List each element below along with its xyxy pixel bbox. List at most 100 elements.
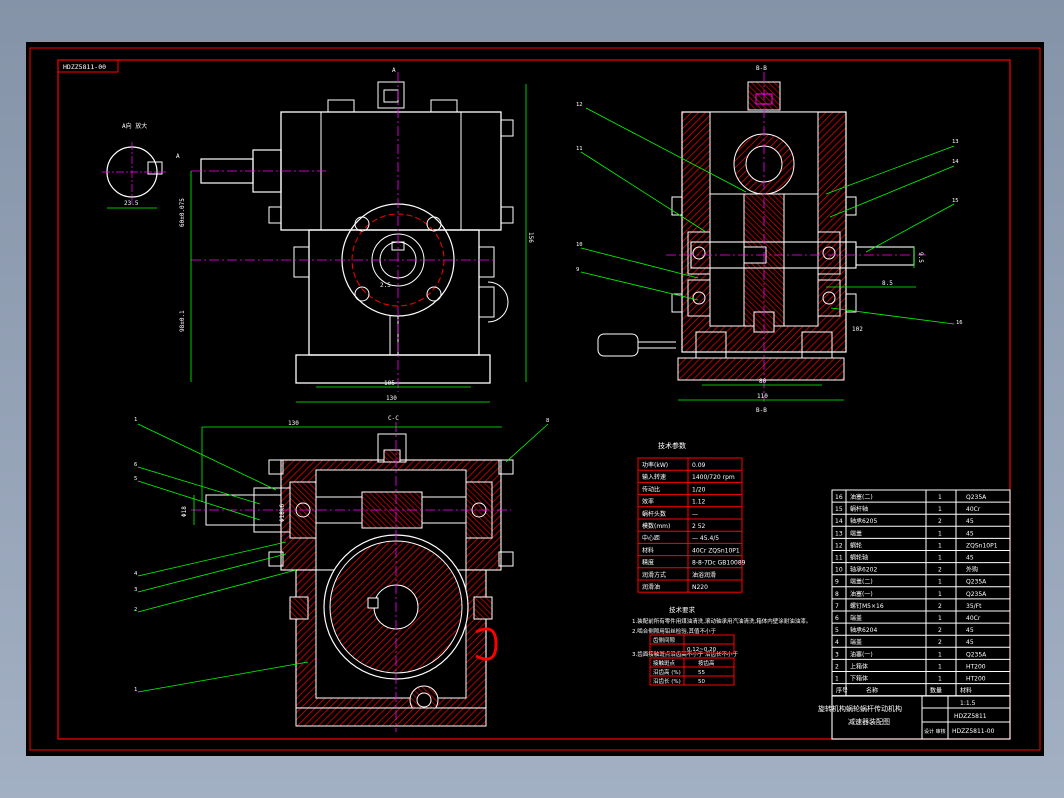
bom-name: 端盖 xyxy=(850,638,862,646)
dim-102: 102 xyxy=(852,326,863,333)
bom-material: 45 xyxy=(966,639,974,646)
param-name: 精度 xyxy=(642,559,654,567)
callout-1b: 1 xyxy=(134,687,137,693)
callout-2: 2 xyxy=(134,607,137,613)
callout-3: 3 xyxy=(134,587,137,593)
bom-index: 8 xyxy=(835,591,839,598)
param-name: 润滑方式 xyxy=(642,571,666,579)
title-drawing-no: HDZZ5811-00 xyxy=(952,728,995,735)
bom-name: 蜗杆轴 xyxy=(850,505,868,513)
callout-8: 8 xyxy=(546,418,549,424)
bom-material: HT200 xyxy=(966,676,986,683)
callout-12: 12 xyxy=(576,102,583,108)
drawing-code-top: HDZZ5811-00 xyxy=(63,63,106,71)
callout-5: 5 xyxy=(134,476,137,482)
bom-name: 上箱体 xyxy=(850,662,868,670)
bom-qty: 1 xyxy=(938,591,942,598)
bom-material: 45 xyxy=(966,518,974,525)
bom-index: 1 xyxy=(835,676,839,683)
bom-index: 14 xyxy=(835,518,843,525)
param-name: 中心距 xyxy=(642,534,660,542)
bom-material: ZQSn10P1 xyxy=(966,542,998,549)
title-block: 旋转机构蜗轮蜗杆传动机构减速器装配图 1:1.5 HDZZ5811 HDZZ5811-… xyxy=(818,695,1011,740)
bom-index: 7 xyxy=(835,603,839,610)
tech-req-line: 3.齿面接触斑点沿齿高不小于 沿齿长不小于 xyxy=(632,650,738,658)
bom-material: Q235A xyxy=(966,591,987,598)
bom-name: 端盖 xyxy=(850,614,862,622)
view-label-cc: C-C xyxy=(388,415,399,422)
param-value: 0.09 xyxy=(692,462,706,469)
bom-name: 端盖 xyxy=(850,529,862,537)
bom-header: 材料 xyxy=(960,687,972,695)
bom-name: 蜗轮 xyxy=(850,541,862,549)
bom-index: 12 xyxy=(835,542,843,549)
bom-header: 名称 xyxy=(866,687,878,695)
callout-10: 10 xyxy=(576,242,583,248)
dim-80: 80 xyxy=(759,378,767,385)
sub2-label: 沿齿长 (%) xyxy=(653,677,681,685)
sub2-value: 按齿高 xyxy=(698,659,715,667)
dim-110: 110 xyxy=(757,393,768,400)
param-name: 传动比 xyxy=(642,485,660,493)
drawing-canvas[interactable]: HDZZ5811-00 105 130 60±0.075 98±0.1 156 … xyxy=(26,42,1044,756)
bom-qty: 2 xyxy=(938,639,942,646)
bom-index: 6 xyxy=(835,615,839,622)
bom-name: 下箱体 xyxy=(850,675,868,683)
bom-qty: 2 xyxy=(938,627,942,634)
sub1-value: 0.12~0.20 xyxy=(687,647,717,653)
bom-material: 45 xyxy=(966,627,974,634)
callout-4: 4 xyxy=(134,571,138,577)
title-name-1: 旋转机构蜗轮蜗杆传动机构 xyxy=(818,704,902,713)
tech-req-title: 技术要求 xyxy=(669,605,696,614)
param-name: 效率 xyxy=(642,498,654,506)
bom-name: 端盖(二) xyxy=(850,578,873,586)
bom-index: 16 xyxy=(835,494,843,501)
outer-frame xyxy=(29,47,1041,751)
param-value: 2 52 xyxy=(692,523,706,530)
callout-16: 16 xyxy=(956,320,963,326)
bom-index: 9 xyxy=(835,579,839,586)
cad-workspace: HDZZ5811-00 105 130 60±0.075 98±0.1 156 … xyxy=(0,0,1064,798)
param-name: 功率(kW) xyxy=(642,461,668,469)
aux-view-label: A向 放大 xyxy=(122,122,147,130)
callout-15: 15 xyxy=(952,198,959,204)
param-value: — 45.4/5 xyxy=(692,535,719,542)
bom-name: 蜗轮轴 xyxy=(850,554,868,562)
dim-8-5: 8.5 xyxy=(882,280,893,287)
bom-qty: 1 xyxy=(938,651,942,658)
bom-header: 序号 xyxy=(836,687,848,695)
bom-name: 油塞(一) xyxy=(850,590,873,598)
bom-index: 3 xyxy=(835,651,839,658)
dim-phi18k6: Φ18k6 xyxy=(279,504,286,522)
bom-qty: 2 xyxy=(938,567,942,574)
bom-material: HT200 xyxy=(966,663,986,670)
callout-13: 13 xyxy=(952,139,959,145)
bom-material: Q235A xyxy=(966,579,987,586)
sub2-label: 沿齿高 (%) xyxy=(653,668,681,676)
dim-130-top: 130 xyxy=(288,420,299,427)
bom-index: 11 xyxy=(835,555,843,562)
bom-material: 40Cr xyxy=(966,506,981,513)
params-title: 技术参数 xyxy=(658,441,686,450)
callout-14: 14 xyxy=(952,159,959,165)
dim-23-5: 23.5 xyxy=(124,200,139,207)
bom-qty: 1 xyxy=(938,615,942,622)
bom-qty: 1 xyxy=(938,542,942,549)
aux-keyway-view: 23.5 A向 放大 xyxy=(102,122,166,209)
dim-60: 60±0.075 xyxy=(179,198,186,227)
callout-6: 6 xyxy=(134,462,137,468)
param-name: 输入转速 xyxy=(642,473,666,481)
view-label-a: A xyxy=(392,67,396,74)
dim-105: 105 xyxy=(384,380,395,387)
bom-name: 轴承6204 xyxy=(850,626,877,634)
param-value: 8-8-7Dc GB10089 xyxy=(692,560,746,567)
bom-name: 轴承6205 xyxy=(850,517,877,525)
title-scale: 1:1.5 xyxy=(960,700,976,707)
bom-name: 油塞(一) xyxy=(850,650,873,658)
tech-req-line: 1.装配前所有零件用煤油清洗,滚动轴承用汽油清洗,箱体内壁涂耐油油漆。 xyxy=(632,617,811,625)
bom-index: 5 xyxy=(835,627,839,634)
view-label-bb2: B-B xyxy=(756,407,767,414)
bom-material: Q235A xyxy=(966,651,987,658)
param-name: 模数(mm) xyxy=(642,522,670,530)
bom-material: 45 xyxy=(966,530,974,537)
